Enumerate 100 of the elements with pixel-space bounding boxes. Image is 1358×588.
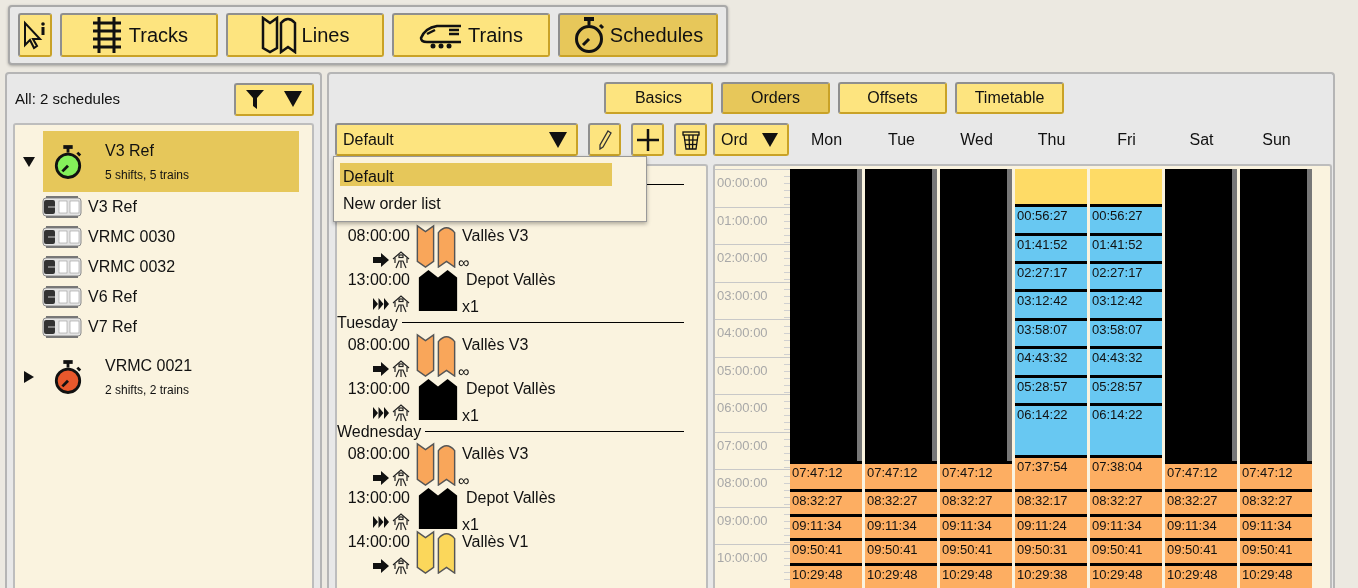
schedule-block: 10:29:38	[1015, 562, 1087, 588]
depot-icon	[392, 360, 410, 378]
day-header: Wed	[959, 129, 994, 150]
train-car-icon	[42, 255, 82, 279]
train-name[interactable]: V7 Ref	[88, 315, 137, 339]
order-count: ∞	[458, 362, 471, 382]
schedule-block: 04:43:32	[1015, 346, 1087, 375]
toolbar-button[interactable]: Tracks	[60, 13, 218, 57]
menu-item[interactable]: Default	[340, 163, 612, 186]
tab[interactable]: Orders	[721, 82, 830, 114]
edit-button[interactable]	[588, 123, 621, 156]
schedule-block: 08:32:27	[1090, 489, 1162, 514]
cursor-info-icon	[22, 20, 48, 50]
toolbar-button[interactable]: Lines	[226, 13, 384, 57]
train-name[interactable]: VRMC 0030	[88, 225, 176, 249]
schedule-block: 10:29:48	[1090, 562, 1162, 588]
order-name: Vallès V3	[462, 335, 529, 355]
schedule-name: VRMC 0021	[105, 356, 193, 376]
schedule-block: 09:50:41	[1090, 538, 1162, 563]
order-count: ∞	[458, 253, 471, 273]
caret-icon	[283, 90, 303, 108]
schedule-details: 5 shifts, 5 trains	[105, 167, 190, 184]
order-count: x1	[462, 515, 480, 535]
schedule-block: 00:56:27	[1015, 204, 1087, 233]
schedule-block: 08:32:27	[940, 489, 1012, 514]
schedule-block: 05:28:57	[1015, 374, 1087, 403]
order-time: 13:00:00	[347, 379, 410, 399]
train-car-icon	[42, 285, 82, 309]
day-header: Tue	[887, 129, 916, 150]
schedule-block: 10:29:48	[790, 562, 862, 588]
order-name: Depot Vallès	[466, 488, 556, 508]
schedule-block: 08:32:17	[1015, 489, 1087, 514]
order-name: Vallès V3	[462, 444, 529, 464]
trash-icon	[681, 129, 700, 150]
order-time: 08:00:00	[347, 335, 410, 355]
order-count: x1	[462, 406, 480, 426]
schedule-block: 01:41:52	[1015, 232, 1087, 262]
train-car-icon	[42, 195, 82, 219]
select-tool-button[interactable]	[18, 13, 52, 57]
schedule-block: 09:50:41	[1240, 538, 1312, 563]
plus-icon	[636, 128, 659, 151]
schedule-block: 07:47:12	[865, 461, 937, 490]
schedule-block: 09:11:34	[1240, 513, 1312, 539]
schedule-block: 09:50:41	[790, 538, 862, 563]
menu-item[interactable]: New order list	[340, 190, 612, 213]
tab[interactable]: Basics	[604, 82, 713, 114]
schedule-block: 07:37:54	[1015, 455, 1087, 490]
add-button[interactable]	[631, 123, 664, 156]
expand-caret-icon[interactable]	[23, 369, 35, 384]
hour-label: 01:00:00	[717, 212, 768, 228]
day-header: Fri	[1116, 129, 1137, 150]
order-list-dropdown[interactable]: Default	[335, 123, 578, 156]
schedule-block: 08:32:27	[865, 489, 937, 514]
train-name[interactable]: V6 Ref	[88, 285, 137, 309]
tab[interactable]: Offsets	[838, 82, 947, 114]
depot-icon	[392, 295, 410, 313]
schedule-block: 03:58:07	[1015, 317, 1087, 347]
hour-label: 05:00:00	[717, 362, 768, 378]
mode-dropdown[interactable]: Ord	[713, 123, 789, 156]
hour-label: 04:00:00	[717, 325, 768, 340]
hour-label: 08:00:00	[717, 475, 768, 490]
schedule-block: 09:50:41	[865, 538, 937, 563]
fast-forward-icon	[373, 298, 389, 310]
order-time: 13:00:00	[347, 270, 410, 290]
schedule-block: 07:47:12	[1165, 461, 1237, 490]
schedule-block: 09:11:34	[1090, 513, 1162, 539]
hour-label: 06:00:00	[717, 400, 768, 415]
depot-icon	[392, 557, 410, 575]
filter-button[interactable]	[234, 82, 314, 116]
expand-caret-icon[interactable]	[22, 155, 36, 168]
schedule-block: 00:56:27	[1090, 204, 1162, 233]
caret-icon	[761, 131, 779, 148]
order-time: 08:00:00	[347, 226, 410, 246]
arrow-icon	[373, 253, 389, 267]
fast-forward-icon	[373, 407, 389, 419]
schedule-name: V3 Ref	[105, 141, 155, 161]
schedule-block: 08:32:27	[790, 489, 862, 514]
hour-label: 10:00:00	[717, 550, 768, 565]
schedule-item[interactable]: V3 Ref 5 shifts, 5 trains	[43, 131, 299, 192]
delete-button[interactable]	[674, 123, 707, 156]
depot-icon	[392, 469, 410, 487]
order-count: x1	[462, 297, 480, 317]
schedule-block: 02:27:17	[1015, 261, 1087, 290]
order-time: 14:00:00	[347, 532, 410, 552]
schedule-details: 2 shifts, 2 trains	[105, 382, 191, 399]
tab[interactable]: Timetable	[955, 82, 1064, 114]
day-header: Thu	[1036, 129, 1067, 150]
toolbar-button[interactable]: Trains	[392, 13, 550, 57]
hour-label: 07:00:00	[717, 437, 768, 453]
schedule-item[interactable]: VRMC 0021 2 shifts, 2 trains	[43, 346, 299, 407]
stopwatch-icon	[572, 16, 605, 54]
hour-label: 02:00:00	[717, 250, 768, 265]
fast-forward-icon	[373, 516, 389, 528]
toolbar-button[interactable]: Schedules	[558, 13, 718, 57]
schedule-block: 09:11:34	[1165, 513, 1237, 539]
order-name: Vallès V1	[462, 532, 529, 552]
train-name[interactable]: V3 Ref	[88, 195, 137, 219]
order-name: Vallès V3	[462, 226, 529, 246]
schedule-block: 05:28:57	[1090, 374, 1162, 403]
train-name[interactable]: VRMC 0032	[88, 255, 176, 279]
